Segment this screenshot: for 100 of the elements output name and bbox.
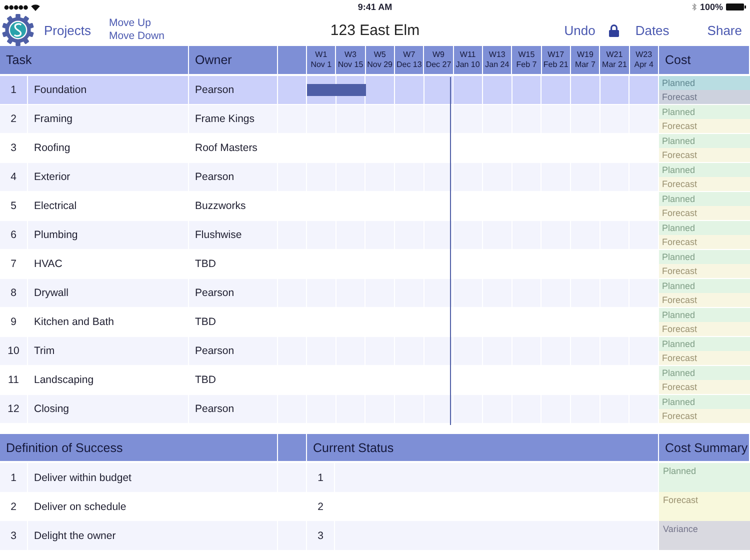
- week-header: W23 Apr 4: [630, 46, 659, 74]
- row-number: 8: [0, 279, 28, 307]
- owner-name: Frame Kings: [189, 105, 278, 133]
- task-name: Landscaping: [28, 366, 189, 394]
- planned-cost-cell: Planned: [659, 163, 750, 177]
- owner-name: Buzzworks: [189, 192, 278, 220]
- row-number: 12: [0, 395, 28, 423]
- row-number: 3: [0, 521, 28, 550]
- owner-name: Pearson: [189, 279, 278, 307]
- definition-text: Delight the owner: [28, 521, 278, 550]
- forecast-cost-cell: Forecast: [659, 119, 750, 133]
- logo-icon[interactable]: [2, 14, 34, 46]
- week-header: W5 Nov 29: [366, 46, 395, 74]
- column-header: Definition of Success: [0, 434, 278, 463]
- lock-icon[interactable]: [609, 24, 620, 36]
- battery-percent: 100%: [700, 2, 723, 12]
- table-row[interactable]: 12 Closing Pearson Planned Forecast: [0, 395, 750, 424]
- planned-cost-cell: Planned: [659, 395, 750, 409]
- week-header: W9 Dec 27: [424, 46, 454, 74]
- forecast-cost-cell: Forecast: [659, 409, 750, 423]
- column-header: Owner: [189, 46, 278, 74]
- battery-icon: [726, 3, 746, 11]
- forecast-cost-cell: Forecast: [659, 322, 750, 336]
- projects-button[interactable]: Projects: [44, 22, 91, 38]
- move-up-button[interactable]: Move Up: [108, 17, 151, 30]
- week-header: W17 Feb 21: [542, 46, 571, 74]
- forecast-summary-cell: Forecast: [659, 492, 750, 521]
- row-number: 9: [0, 308, 28, 336]
- table-row[interactable]: 10 Trim Pearson Planned Forecast: [0, 337, 750, 366]
- planned-cost-cell: Planned: [659, 337, 750, 351]
- wifi-icon: [31, 4, 40, 10]
- bluetooth-icon: [692, 3, 697, 11]
- week-header: W15 Feb 7: [512, 46, 542, 74]
- variance-summary-cell: Variance: [659, 521, 750, 550]
- task-name: Kitchen and Bath: [28, 308, 189, 336]
- table-row[interactable]: 1 Foundation Pearson Planned Forecast: [0, 76, 750, 105]
- signal-icon: [4, 4, 28, 10]
- planned-cost-cell: Planned: [659, 192, 750, 206]
- task-name: Drywall: [28, 279, 189, 307]
- planned-cost-cell: Planned: [659, 308, 750, 322]
- table-row[interactable]: 8 Drywall Pearson Planned Forecast: [0, 279, 750, 308]
- forecast-cost-cell: Forecast: [659, 206, 750, 220]
- week-header: W13 Jan 24: [483, 46, 512, 74]
- status-number: 3: [307, 521, 335, 550]
- week-header: W7 Dec 13: [395, 46, 424, 74]
- forecast-cost-cell: Forecast: [659, 235, 750, 249]
- week-header: W21 Mar 21: [600, 46, 630, 74]
- forecast-cost-cell: Forecast: [659, 148, 750, 162]
- week-header: W11 Jan 10: [454, 46, 483, 74]
- week-header: W3 Nov 15: [336, 46, 366, 74]
- row-number: 4: [0, 163, 28, 191]
- owner-name: TBD: [189, 250, 278, 278]
- planned-cost-cell: Planned: [659, 366, 750, 380]
- planned-summary-cell: Planned: [659, 463, 750, 492]
- share-button[interactable]: Share: [707, 22, 742, 38]
- row-number: 11: [0, 366, 28, 394]
- planned-cost-cell: Planned: [659, 279, 750, 293]
- task-name: Trim: [28, 337, 189, 365]
- row-number: 2: [0, 105, 28, 133]
- forecast-cost-cell: Forecast: [659, 380, 750, 394]
- move-down-button[interactable]: Move Down: [108, 30, 164, 43]
- owner-name: Flushwise: [189, 221, 278, 249]
- forecast-cost-cell: Forecast: [659, 264, 750, 278]
- planned-cost-cell: Planned: [659, 221, 750, 235]
- owner-name: TBD: [189, 366, 278, 394]
- table-row[interactable]: 2 Framing Frame Kings Planned Forecast: [0, 105, 750, 134]
- row-number: 10: [0, 337, 28, 365]
- task-name: Closing: [28, 395, 189, 423]
- task-name: Foundation: [28, 76, 189, 104]
- owner-name: Pearson: [189, 163, 278, 191]
- owner-name: Pearson: [189, 76, 278, 104]
- column-header: Cost Summary: [659, 434, 750, 463]
- row-number: 6: [0, 221, 28, 249]
- task-name: Roofing: [28, 134, 189, 162]
- row-number: 5: [0, 192, 28, 220]
- task-name: Exterior: [28, 163, 189, 191]
- owner-name: Roof Masters: [189, 134, 278, 162]
- row-number: 1: [0, 76, 28, 104]
- forecast-cost-cell: Forecast: [659, 293, 750, 307]
- column-header: Task: [0, 46, 189, 74]
- owner-name: Pearson: [189, 395, 278, 423]
- planned-cost-cell: Planned: [659, 105, 750, 119]
- forecast-cost-cell: Forecast: [659, 90, 750, 104]
- column-header: Cost: [659, 46, 750, 74]
- row-number: 7: [0, 250, 28, 278]
- planned-cost-cell: Planned: [659, 76, 750, 90]
- forecast-cost-cell: Forecast: [659, 177, 750, 191]
- dates-button[interactable]: Dates: [635, 22, 670, 38]
- table-row[interactable]: 6 Plumbing Flushwise Planned Forecast: [0, 221, 750, 250]
- status-time: 9:41 AM: [358, 2, 392, 12]
- table-row[interactable]: 4 Exterior Pearson Planned Forecast: [0, 163, 750, 192]
- week-header: W1 Nov 1: [307, 46, 336, 74]
- undo-button[interactable]: Undo: [564, 22, 596, 38]
- planned-cost-cell: Planned: [659, 134, 750, 148]
- owner-name: Pearson: [189, 337, 278, 365]
- owner-name: TBD: [189, 308, 278, 336]
- week-header: W19 Mar 7: [571, 46, 600, 74]
- project-title: 123 East Elm: [330, 22, 420, 38]
- planned-cost-cell: Planned: [659, 250, 750, 264]
- task-name: Framing: [28, 105, 189, 133]
